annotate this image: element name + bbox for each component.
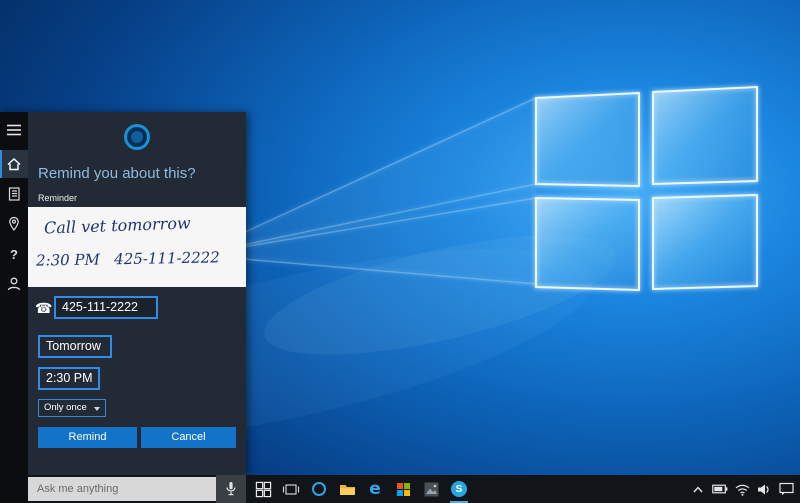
cortana-prompt-title: Remind you about this? [38,165,196,182]
handwriting-line-2: 2:30 PM 425-111-2222 [36,248,220,269]
sidebar-item-notebook[interactable] [0,180,28,208]
tray-hidden-icons-button[interactable] [688,475,708,503]
cortana-panel-body: Remind you about this? Reminder Call vet… [28,112,246,475]
sidebar-item-feedback[interactable] [0,270,28,298]
cortana-logo-icon [124,124,150,150]
tray-wifi-button[interactable] [732,475,752,503]
taskbar-app-file-explorer[interactable] [334,475,360,503]
reminder-section-label: Reminder [38,193,77,203]
edge-icon: e [369,479,381,499]
sidebar-item-help[interactable]: ? [0,240,28,268]
skype-icon: S [451,481,467,497]
phone-number-value: 425-111-2222 [62,300,138,314]
reminder-date-field[interactable]: Tomorrow [38,335,112,358]
cortana-panel: ? Remind you about this? Reminder Call v… [0,112,246,475]
tray-volume-button[interactable] [754,475,774,503]
taskbar-app-cortana[interactable] [306,475,332,503]
taskbar-app-photos[interactable] [418,475,444,503]
taskbar-app-store[interactable] [390,475,416,503]
microphone-icon [225,481,237,497]
speaker-icon [757,483,771,496]
start-button[interactable] [250,475,276,503]
desktop: ? Remind you about this? Reminder Call v… [0,0,800,503]
search-input[interactable] [28,477,216,501]
chevron-down-icon [94,407,100,411]
menu-button[interactable] [0,116,28,144]
chevron-up-icon [692,485,704,494]
cortana-search-box [28,477,216,501]
remind-button[interactable]: Remind [38,427,137,448]
home-icon [6,156,22,172]
person-icon [6,276,22,292]
map-pin-icon [7,216,21,232]
task-view-button[interactable] [278,475,304,503]
reminder-time-value: 2:30 PM [46,371,93,385]
microphone-button[interactable] [216,475,246,503]
handwriting-line-1: Call vet tomorrow [44,213,191,237]
taskbar: e S [0,475,800,503]
hamburger-icon [6,123,22,137]
store-icon [397,483,410,496]
folder-icon [339,482,356,496]
sidebar-item-home[interactable] [0,150,28,178]
recurrence-dropdown[interactable]: Only once [38,399,106,417]
windows-start-icon [255,481,272,498]
cortana-side-rail: ? [0,112,28,475]
reminder-time-field[interactable]: 2:30 PM [38,367,100,390]
action-center-icon [779,482,794,496]
battery-icon [712,484,728,494]
phone-number-field[interactable]: 425-111-2222 [54,296,158,319]
tray-action-center-button[interactable] [776,475,796,503]
phone-icon: ☎ [35,300,52,317]
sidebar-item-places[interactable] [0,210,28,238]
tray-battery-button[interactable] [710,475,730,503]
help-icon: ? [10,247,18,262]
taskbar-rail-corner [0,475,28,503]
wifi-icon [735,483,750,496]
task-view-icon [282,482,300,497]
reminder-date-value: Tomorrow [46,339,101,353]
cortana-ring-icon [312,482,326,496]
photos-icon [424,482,439,497]
recurrence-value: Only once [44,402,87,413]
taskbar-app-skype[interactable]: S [446,475,472,503]
taskbar-app-edge[interactable]: e [362,475,388,503]
cancel-button[interactable]: Cancel [141,427,236,448]
handwritten-note-card: Call vet tomorrow 2:30 PM 425-111-2222 [28,207,246,287]
notebook-icon [6,186,22,202]
